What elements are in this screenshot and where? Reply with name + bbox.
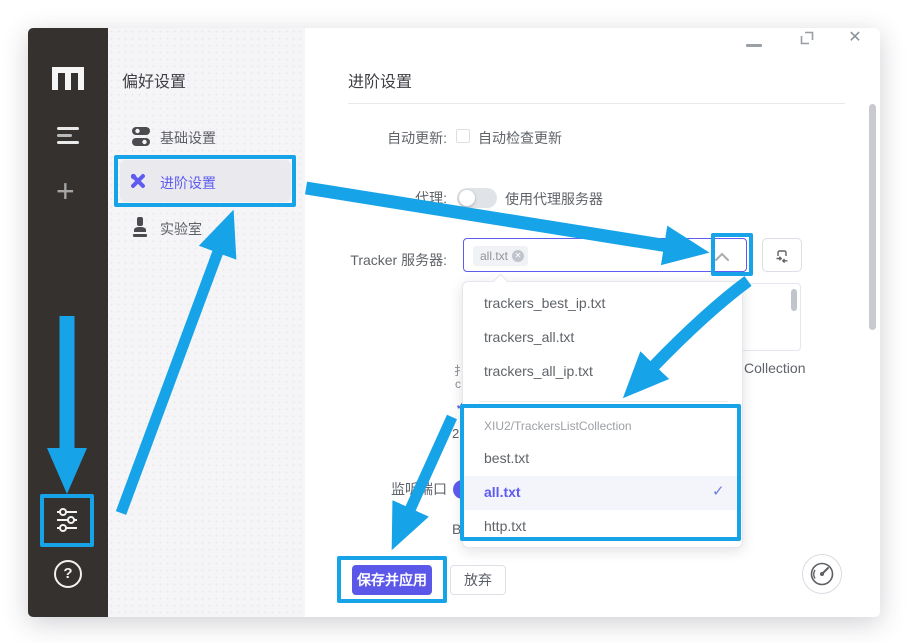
dropdown-option[interactable]: trackers_all.txt (484, 329, 574, 345)
textarea-scrollbar[interactable] (791, 289, 797, 311)
page-title: 进阶设置 (348, 68, 412, 92)
speed-gauge-button[interactable] (802, 554, 842, 594)
dropdown-divider (479, 401, 728, 402)
proxy-toggle-label: 使用代理服务器 (505, 189, 603, 209)
annotation-box-preferences-icon (40, 494, 94, 547)
main-scrollbar[interactable] (869, 104, 876, 330)
dropdown-option[interactable]: trackers_best_ip.txt (484, 295, 605, 311)
annotation-box-dropdown-group (460, 404, 741, 541)
sidebar-item-label: 实验室 (160, 219, 202, 239)
proxy-label: 代理: (288, 188, 447, 208)
gauge-icon (809, 561, 835, 587)
text-fragment: c (455, 377, 461, 391)
refresh-trackers-button[interactable] (762, 238, 802, 272)
auto-update-checkbox-label[interactable]: 自动检查更新 (478, 128, 562, 148)
proxy-toggle[interactable] (457, 188, 497, 208)
toggle-knob (459, 190, 475, 206)
task-list-icon[interactable] (57, 127, 79, 148)
annotation-box-advanced-item (114, 155, 296, 207)
add-task-icon[interactable]: + (56, 176, 75, 206)
preferences-title: 偏好设置 (122, 68, 186, 92)
minimize-button[interactable] (746, 44, 762, 47)
preferences-panel: 偏好设置 基础设置 进阶设置 (108, 28, 305, 617)
sidebar-item-label: 基础设置 (160, 128, 216, 148)
auto-update-checkbox[interactable] (456, 129, 470, 143)
help-icon[interactable]: ? (54, 560, 82, 588)
popup-arrow (493, 274, 509, 290)
lab-stamp-icon (132, 217, 148, 238)
motrix-logo-icon (52, 67, 84, 90)
tracker-server-label: Tracker 服务器: (288, 250, 447, 270)
tracker-tag: all.txt ✕ (473, 246, 528, 266)
tag-close-icon[interactable]: ✕ (512, 250, 524, 262)
app-window: + ? 偏好设置 基础设置 (28, 28, 880, 617)
text-fragment: 2 (452, 426, 459, 441)
sidebar-item-basic-settings[interactable]: 基础设置 (120, 123, 292, 153)
collection-label-fragment: Collection (744, 360, 805, 376)
sidebar-item-lab[interactable]: 实验室 (120, 213, 292, 243)
dropdown-option[interactable]: trackers_all_ip.txt (484, 363, 593, 379)
title-divider (348, 103, 845, 104)
tracker-tag-label: all.txt (480, 246, 508, 266)
refresh-icon (774, 247, 790, 263)
tracker-select-input[interactable]: all.txt ✕ (463, 238, 747, 272)
auto-update-label: 自动更新: (288, 128, 447, 148)
annotation-box-chevron (711, 233, 753, 276)
maximize-button[interactable] (799, 30, 815, 46)
annotation-box-save-button (337, 556, 447, 603)
tracker-textarea-fragment (740, 283, 801, 351)
listen-port-label: 监听端口 (288, 479, 447, 499)
discard-button[interactable]: 放弃 (450, 565, 506, 595)
basic-settings-icon (132, 127, 150, 146)
close-button[interactable]: ✕ (846, 29, 864, 47)
